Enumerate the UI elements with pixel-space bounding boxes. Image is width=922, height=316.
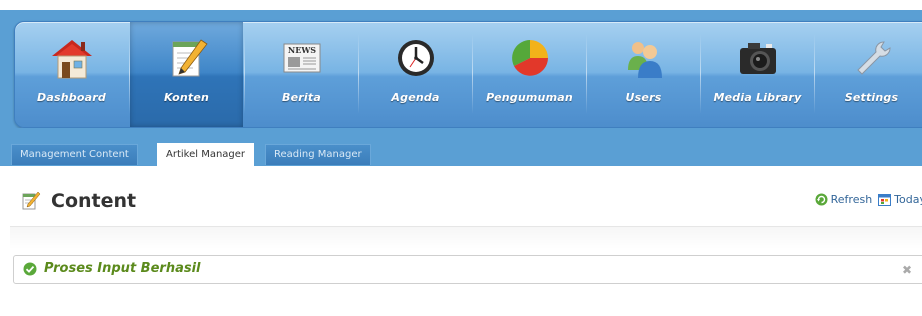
notepad-icon	[172, 39, 208, 77]
wrench-icon	[856, 41, 891, 75]
users-icon	[627, 42, 662, 78]
clock-icon	[397, 40, 434, 76]
success-message: Proses Input Berhasil ✖	[13, 255, 922, 284]
nav-label-berita: Berita	[282, 91, 321, 104]
nav-item-berita[interactable]: NEWS Berita	[245, 22, 358, 127]
nav-item-agenda[interactable]: Agenda	[359, 22, 472, 127]
newspaper-masthead: NEWS	[287, 45, 315, 55]
nav-item-konten[interactable]: Konten	[130, 22, 243, 127]
newspaper-icon: NEWS	[283, 43, 320, 73]
refresh-icon	[815, 193, 828, 206]
success-message-text: Proses Input Berhasil	[44, 261, 201, 276]
nav-item-media-library[interactable]: Media Library	[701, 22, 814, 127]
sub-tabs-row: Management Content Artikel Manager Readi…	[0, 128, 922, 166]
nav-label-users: Users	[625, 91, 662, 104]
page-title: Content	[51, 190, 137, 212]
page-title-area: Content	[21, 186, 136, 216]
nav-item-pengumuman[interactable]: Pengumuman	[473, 22, 586, 127]
nav-label-agenda: Agenda	[391, 91, 440, 104]
refresh-button[interactable]: Refresh	[815, 193, 873, 206]
nav-label-dashboard: Dashboard	[37, 91, 106, 104]
today-label: Today	[894, 193, 922, 206]
nav-item-dashboard[interactable]: Dashboard	[15, 22, 128, 127]
close-icon[interactable]: ✖	[902, 263, 912, 277]
nav-label-media-library: Media Library	[713, 91, 802, 104]
subtab-reading-manager[interactable]: Reading Manager	[265, 144, 371, 165]
subtab-artikel-manager[interactable]: Artikel Manager	[157, 143, 255, 166]
pie-chart-icon	[511, 40, 548, 76]
check-circle-icon	[23, 262, 37, 276]
notepad-icon	[22, 191, 41, 210]
calendar-icon	[878, 194, 892, 206]
nav-item-users[interactable]: Users	[587, 22, 700, 127]
page-actions: Refresh Today	[809, 193, 922, 206]
today-button[interactable]: Today	[878, 193, 922, 206]
main-nav-bar: Dashboard Konten NEWS Berita Agenda Peng…	[14, 21, 922, 128]
refresh-label: Refresh	[830, 193, 873, 206]
home-icon	[51, 40, 92, 79]
nav-label-settings: Settings	[844, 91, 899, 104]
nav-label-pengumuman: Pengumuman	[486, 91, 573, 104]
camera-icon	[739, 43, 776, 74]
nav-item-settings[interactable]: Settings	[815, 22, 922, 127]
nav-label-konten: Konten	[163, 91, 210, 104]
subtab-management-content[interactable]: Management Content	[11, 144, 138, 165]
toolbar-divider	[10, 226, 922, 249]
